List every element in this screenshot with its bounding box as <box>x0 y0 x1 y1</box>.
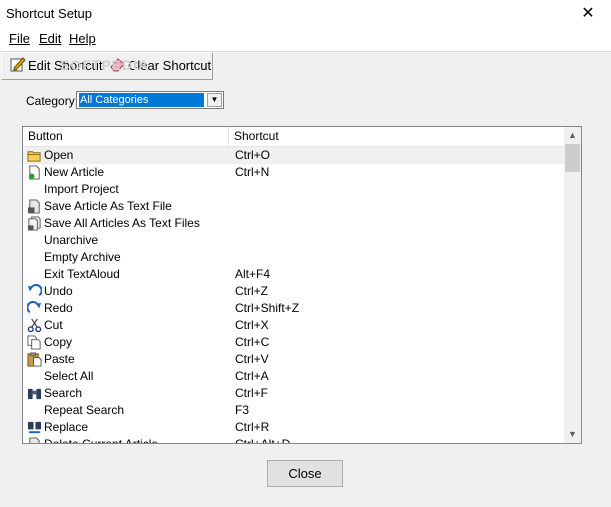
list-item-name: Cut <box>44 318 63 332</box>
list-item[interactable]: Import Project <box>23 181 565 198</box>
list-item[interactable]: Save Article As Text File <box>23 198 565 215</box>
list-item[interactable]: New Article Ctrl+N <box>23 164 565 181</box>
list-item-shortcut: Ctrl+O <box>235 148 271 162</box>
list-item[interactable]: Exit TextAloud Alt+F4 <box>23 266 565 283</box>
paste-icon <box>27 352 42 367</box>
list-item-name: Open <box>44 148 74 162</box>
list-item[interactable]: Unarchive <box>23 232 565 249</box>
list-item-name: Exit TextAloud <box>44 267 120 281</box>
category-label: Category: <box>26 94 79 108</box>
shortcut-list[interactable]: Button Shortcut Open Ctrl+O New Article Ctr… <box>22 126 582 444</box>
menu-bar: File Edit Help <box>0 27 611 52</box>
list-item[interactable]: Open Ctrl+O <box>23 147 565 164</box>
category-select[interactable]: All Categories ▼ <box>76 91 224 109</box>
list-item-name: Select All <box>44 369 94 383</box>
list-item[interactable]: Undo Ctrl+Z <box>23 283 565 300</box>
list-item[interactable]: Replace Ctrl+R <box>23 419 565 436</box>
list-item-name: Replace <box>44 420 89 434</box>
list-item-shortcut: Ctrl+Z <box>235 284 268 298</box>
scroll-thumb[interactable] <box>565 144 580 172</box>
menu-help[interactable]: Help <box>69 31 96 46</box>
edit-pencil-icon[interactable] <box>10 56 26 72</box>
list-item-shortcut: Ctrl+F <box>235 386 268 400</box>
list-rows: Open Ctrl+O New Article Ctrl+N Import Projec… <box>23 147 565 444</box>
column-header-shortcut[interactable]: Shortcut <box>229 127 565 146</box>
column-header-button[interactable]: Button <box>23 127 229 146</box>
list-item-name: Undo <box>44 284 73 298</box>
list-item-shortcut: Ctrl+C <box>235 335 270 349</box>
list-item[interactable]: Select All Ctrl+A <box>23 368 565 385</box>
list-item[interactable]: Copy Ctrl+C <box>23 334 565 351</box>
category-value: All Categories <box>78 92 205 108</box>
list-item-name: Search <box>44 386 83 400</box>
list-item[interactable]: Delete Current Article Ctrl+Alt+D <box>23 436 565 444</box>
close-button[interactable]: Close <box>267 460 343 487</box>
menu-edit-label: Edit <box>39 31 62 46</box>
save-file-icon <box>27 199 40 214</box>
list-item[interactable]: Repeat Search F3 <box>23 402 565 419</box>
menu-help-label: Help <box>69 31 96 46</box>
new-document-icon <box>28 165 40 180</box>
list-item-name: Repeat Search <box>44 403 125 417</box>
save-files-icon <box>27 216 41 231</box>
list-item-name: Save All Articles As Text Files <box>44 216 200 230</box>
list-item[interactable]: Paste Ctrl+V <box>23 351 565 368</box>
list-item-shortcut: Ctrl+V <box>235 352 269 366</box>
redo-icon <box>27 301 42 314</box>
list-item-shortcut: Ctrl+A <box>235 369 269 383</box>
window-close-icon[interactable]: ✕ <box>565 0 611 27</box>
folder-icon <box>27 151 41 162</box>
window-title: Shortcut Setup <box>6 6 92 21</box>
delete-icon <box>29 437 40 443</box>
replace-icon <box>27 421 42 434</box>
scissors-icon <box>27 318 42 333</box>
list-item-shortcut: Ctrl+Shift+Z <box>235 301 300 315</box>
list-item-name: Paste <box>44 352 75 366</box>
list-item-name: Save Article As Text File <box>44 199 172 213</box>
list-item[interactable]: Cut Ctrl+X <box>23 317 565 334</box>
list-header: Button Shortcut <box>23 127 565 147</box>
binoculars-icon <box>27 388 42 400</box>
watermark: SOFTPEDIA <box>60 57 150 73</box>
list-item-shortcut: Ctrl+Alt+D <box>235 437 291 444</box>
list-item-shortcut: Alt+F4 <box>235 267 271 281</box>
chevron-down-icon[interactable]: ▼ <box>207 93 222 107</box>
list-item-name: Delete Current Article <box>44 437 159 444</box>
list-item-shortcut: Ctrl+N <box>235 165 270 179</box>
list-item-name: Unarchive <box>44 233 99 247</box>
list-item[interactable]: Search Ctrl+F <box>23 385 565 402</box>
list-item[interactable]: Empty Archive <box>23 249 565 266</box>
scroll-down-icon[interactable]: ▼ <box>564 426 581 443</box>
list-item-shortcut: F3 <box>235 403 250 417</box>
scroll-up-icon[interactable]: ▲ <box>564 127 581 144</box>
list-item-shortcut: Ctrl+X <box>235 318 269 332</box>
list-item-name: Copy <box>44 335 73 349</box>
list-item-name: Import Project <box>44 182 119 196</box>
menu-edit[interactable]: Edit <box>39 31 61 46</box>
list-item[interactable]: Redo Ctrl+Shift+Z <box>23 300 565 317</box>
list-item[interactable]: Save All Articles As Text Files <box>23 215 565 232</box>
list-item-name: Empty Archive <box>44 250 121 264</box>
list-item-shortcut: Ctrl+R <box>235 420 270 434</box>
menu-file-label: File <box>9 31 30 46</box>
menu-file[interactable]: File <box>9 31 30 46</box>
copy-icon <box>27 335 41 350</box>
undo-icon <box>27 284 42 297</box>
list-item-name: New Article <box>44 165 105 179</box>
vertical-scrollbar[interactable]: ▲ ▼ <box>564 127 581 443</box>
title-bar: Shortcut Setup ✕ <box>0 0 611 27</box>
list-item-name: Redo <box>44 301 73 315</box>
